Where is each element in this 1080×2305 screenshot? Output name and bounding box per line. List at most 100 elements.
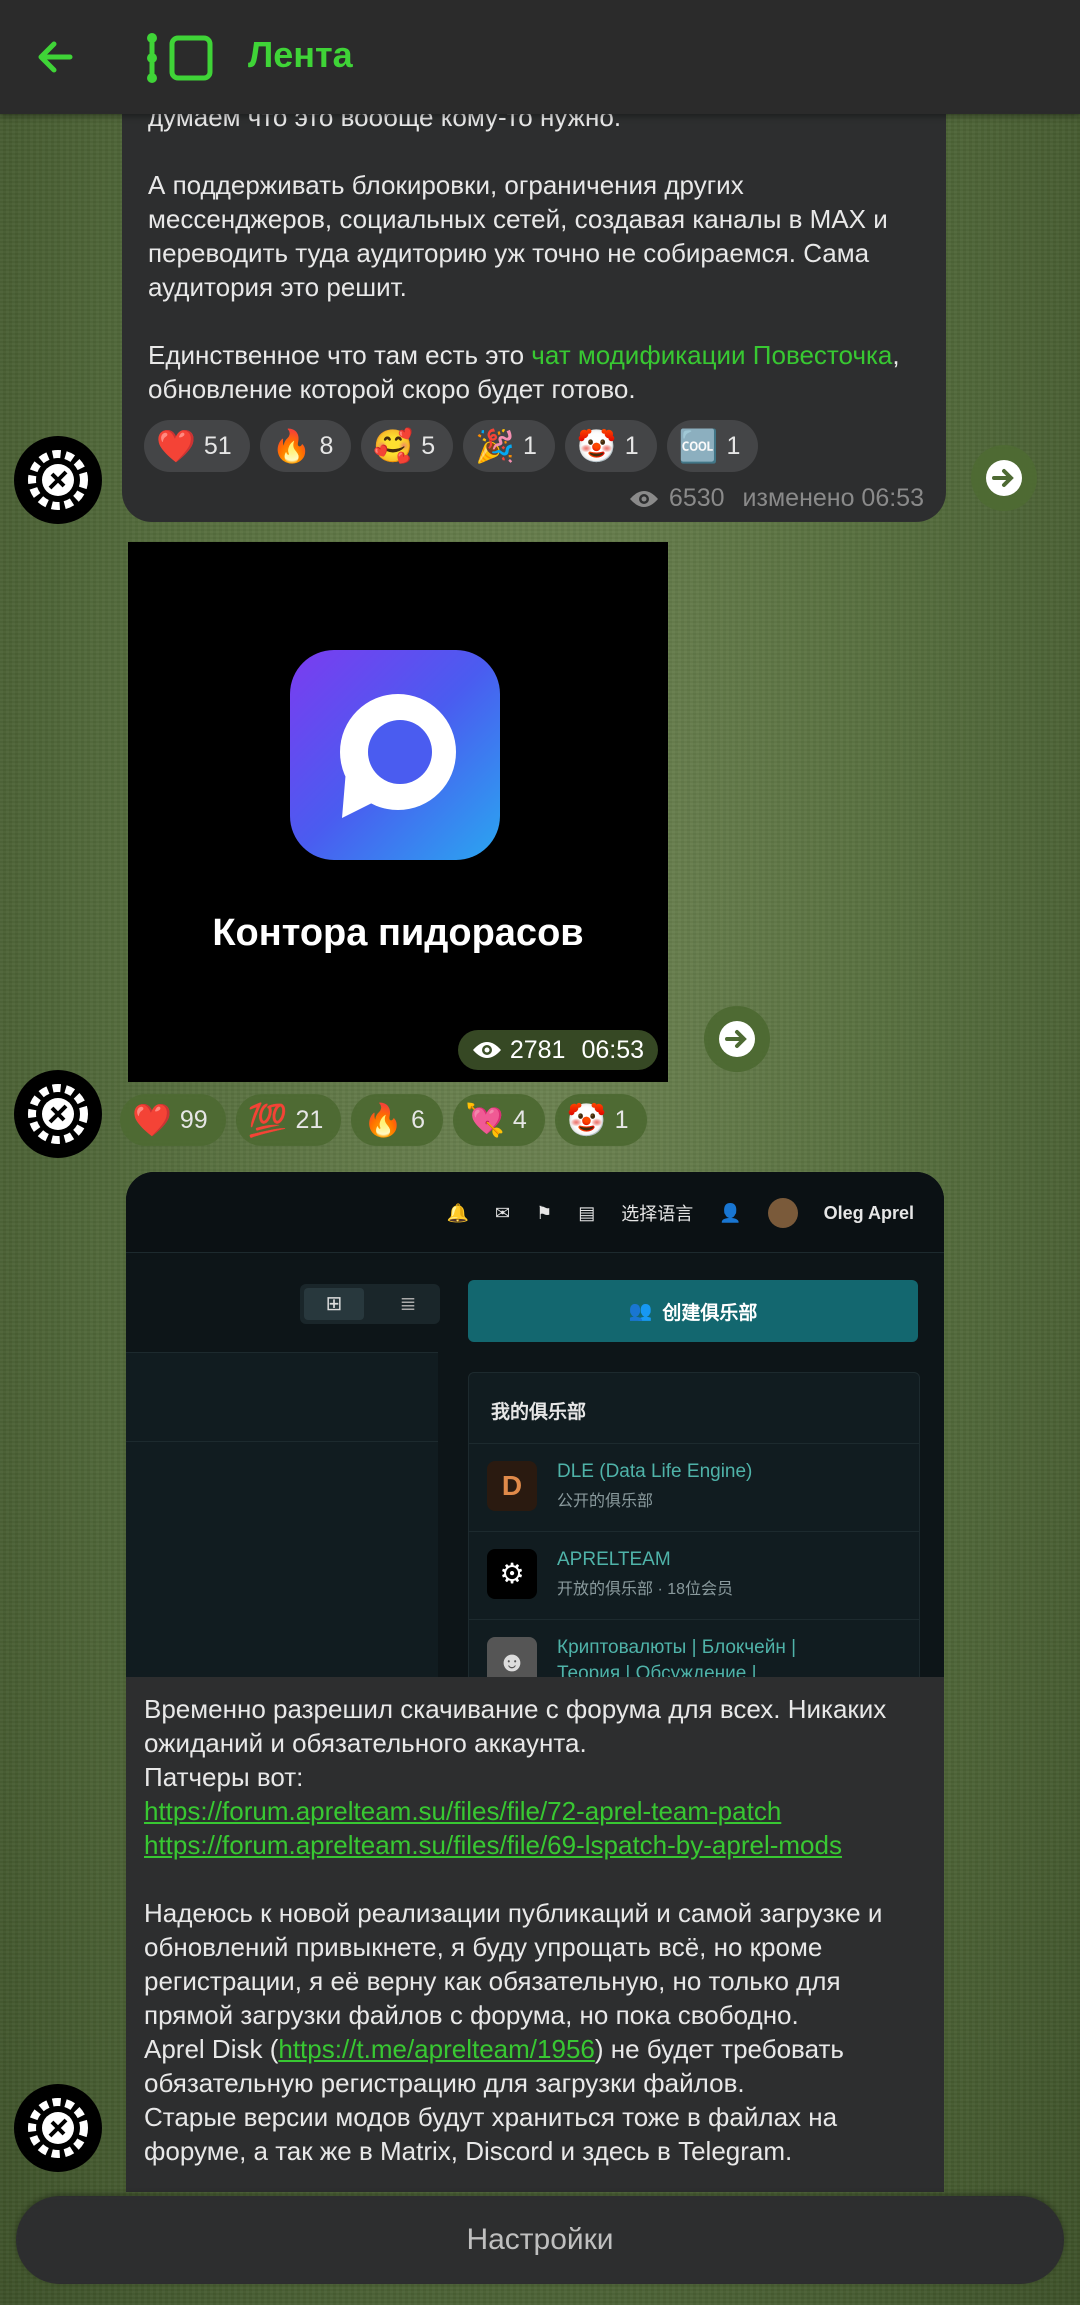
image-meta: 2781 06:53 (457, 1030, 658, 1070)
page-title: Лента (248, 34, 353, 75)
link[interactable]: https://t.me/aprelteam/1956 (278, 2034, 595, 2064)
edited-time: изменено 06:53 (742, 484, 924, 512)
reaction-count: 1 (624, 431, 639, 460)
reaction-count: 8 (319, 431, 334, 460)
message-bubble-3[interactable]: 🔔 ✉ ⚑ ▤ 选择语言 👤 Oleg Aprel ⊞ ≣ 👥 创建俱乐部 我的俱… (126, 1172, 944, 2192)
paragraph: Патчеры вот: (144, 1762, 304, 1792)
reaction-count: 21 (295, 1105, 324, 1134)
channel-avatar[interactable] (14, 1070, 102, 1158)
post-time: 06:53 (581, 1035, 644, 1064)
reaction-chip[interactable]: 🤡 1 (564, 420, 657, 472)
paragraph: А поддерживать блокировки, ограничения д… (148, 170, 888, 302)
club-name: APRELTEAM (557, 1549, 671, 1570)
feed-list-icon (144, 28, 216, 88)
paragraph: Надеюсь к новой реализации публикаций и … (144, 1898, 883, 2030)
divider (469, 1619, 919, 1620)
bell-icon: 🔔 (446, 1202, 469, 1223)
avatar (767, 1198, 798, 1228)
forward-button[interactable] (971, 445, 1037, 511)
club-name: DLE (Data Life Engine) (557, 1461, 753, 1482)
reaction-chip[interactable]: 🎉 1 (463, 420, 555, 472)
heart-arrow-icon: 💘 (465, 1102, 505, 1138)
heart-icon: ❤️ (132, 1102, 172, 1138)
club-icon: ⚙ (487, 1549, 537, 1599)
message-text: думаем что это вообще кому-то нужно. А п… (148, 100, 928, 406)
reaction-count: 6 (411, 1105, 426, 1134)
button-label: 创建俱乐部 (662, 1302, 758, 1324)
paragraph: Временно разрешил скачивание с форума дл… (144, 1694, 887, 1758)
hammer-sickle-gear-icon (28, 1084, 88, 1144)
reaction-chip[interactable]: ❤️ 99 (120, 1094, 226, 1146)
grid-view-icon: ⊞ (304, 1288, 364, 1320)
forward-button[interactable] (704, 1006, 770, 1072)
reaction-chip[interactable]: 💯 21 (235, 1094, 342, 1146)
club-sub: 开放的俱乐部 · 18位会员 (557, 1581, 734, 1598)
share-arrow-icon (719, 1021, 755, 1057)
divider (126, 1441, 438, 1442)
top-app-bar: Лента (0, 0, 1080, 114)
group-icon: 👥 (628, 1301, 653, 1322)
my-clubs-panel: 我的俱乐部 D DLE (Data Life Engine) 公开的俱乐部 ⚙ … (468, 1372, 920, 1677)
reaction-chip[interactable]: 🤡 1 (554, 1094, 647, 1146)
chat-link[interactable]: чат модификации Повесточка (531, 340, 892, 370)
divider (469, 1443, 919, 1444)
flag-icon: ⚑ (536, 1202, 553, 1223)
cool-icon: 🆒 (678, 428, 719, 464)
language-select: 选择语言 (621, 1204, 694, 1224)
paragraph: Единственное что там есть это чат модифи… (148, 338, 928, 406)
reaction-chip[interactable]: 🥰 5 (361, 420, 454, 472)
party-popper-icon: 🎉 (475, 428, 515, 464)
view-toggle: ⊞ ≣ (300, 1284, 440, 1324)
paragraph: https://forum.aprelteam.su/files/file/72… (144, 1794, 934, 1828)
reaction-count: 4 (512, 1105, 527, 1134)
back-button[interactable] (30, 30, 84, 84)
reaction-chip[interactable]: 🆒 1 (666, 420, 759, 472)
eye-icon (629, 490, 658, 507)
fire-icon: 🔥 (363, 1102, 404, 1138)
divider (469, 1531, 919, 1532)
screenshot-header: 🔔 ✉ ⚑ ▤ 选择语言 👤 Oleg Aprel (126, 1172, 944, 1253)
view-count: 6530 (668, 484, 725, 512)
clown-icon: 🤡 (566, 1102, 607, 1138)
message-meta: 6530 изменено 06:53 (629, 484, 924, 513)
reactions-row: ❤️ 99 💯 21 🔥 6 💘 4 🤡 1 (120, 1094, 647, 1146)
username: Oleg Aprel (823, 1202, 914, 1223)
reaction-chip[interactable]: 🔥 8 (259, 420, 352, 472)
message-text: Временно разрешил скачивание с форума дл… (144, 1692, 934, 2168)
channel-avatar[interactable] (14, 2084, 102, 2172)
club-sub: Теория | Обсуждение | (557, 1663, 757, 1677)
channel-avatar[interactable] (14, 436, 102, 524)
image-caption: Контора пидорасов (212, 912, 584, 954)
settings-button[interactable]: Настройки (16, 2196, 1064, 2284)
user-icon: 👤 (719, 1202, 742, 1223)
club-icon: ☻ (487, 1637, 537, 1677)
reaction-count: 51 (203, 431, 232, 460)
hammer-sickle-gear-icon (28, 2098, 88, 2158)
message-bubble-1[interactable]: думаем что это вообще кому-то нужно. А п… (122, 60, 946, 522)
paragraph: https://forum.aprelteam.su/files/file/69… (144, 1828, 934, 1862)
reaction-chip[interactable]: 💘 4 (453, 1094, 545, 1146)
reaction-count: 5 (421, 431, 436, 460)
link[interactable]: https://forum.aprelteam.su/files/file/69… (144, 1830, 842, 1860)
reaction-chip[interactable]: 🔥 6 (351, 1094, 444, 1146)
max-logo (290, 650, 500, 860)
link[interactable]: https://forum.aprelteam.su/files/file/72… (144, 1796, 781, 1826)
create-club-button: 👥 创建俱乐部 (468, 1280, 918, 1342)
reactions-row: ❤️ 51 🔥 8 🥰 5 🎉 1 🤡 1 🆒 1 (144, 420, 759, 472)
share-arrow-icon (986, 460, 1022, 496)
forum-screenshot[interactable]: 🔔 ✉ ⚑ ▤ 选择语言 👤 Oleg Aprel ⊞ ≣ 👥 创建俱乐部 我的俱… (126, 1172, 944, 1677)
screenshot-toolbar: 🔔 ✉ ⚑ ▤ 选择语言 👤 Oleg Aprel (447, 1198, 914, 1228)
hammer-sickle-gear-icon (28, 450, 88, 510)
left-panel (126, 1352, 438, 1677)
reaction-count: 1 (523, 431, 537, 460)
document-icon: ▤ (578, 1202, 596, 1223)
arrow-left-icon (38, 41, 73, 73)
club-sub: 公开的俱乐部 (557, 1493, 654, 1510)
reaction-chip[interactable]: ❤️ 51 (144, 420, 250, 472)
hundred-icon: 💯 (247, 1102, 288, 1138)
reaction-count: 1 (614, 1105, 629, 1134)
image-post[interactable]: Контора пидорасов 2781 06:53 (128, 542, 668, 1082)
club-icon: D (487, 1461, 537, 1511)
club-name: Криптовалюты | Блокчейн | (557, 1637, 797, 1658)
panel-title: 我的俱乐部 (491, 1402, 587, 1423)
